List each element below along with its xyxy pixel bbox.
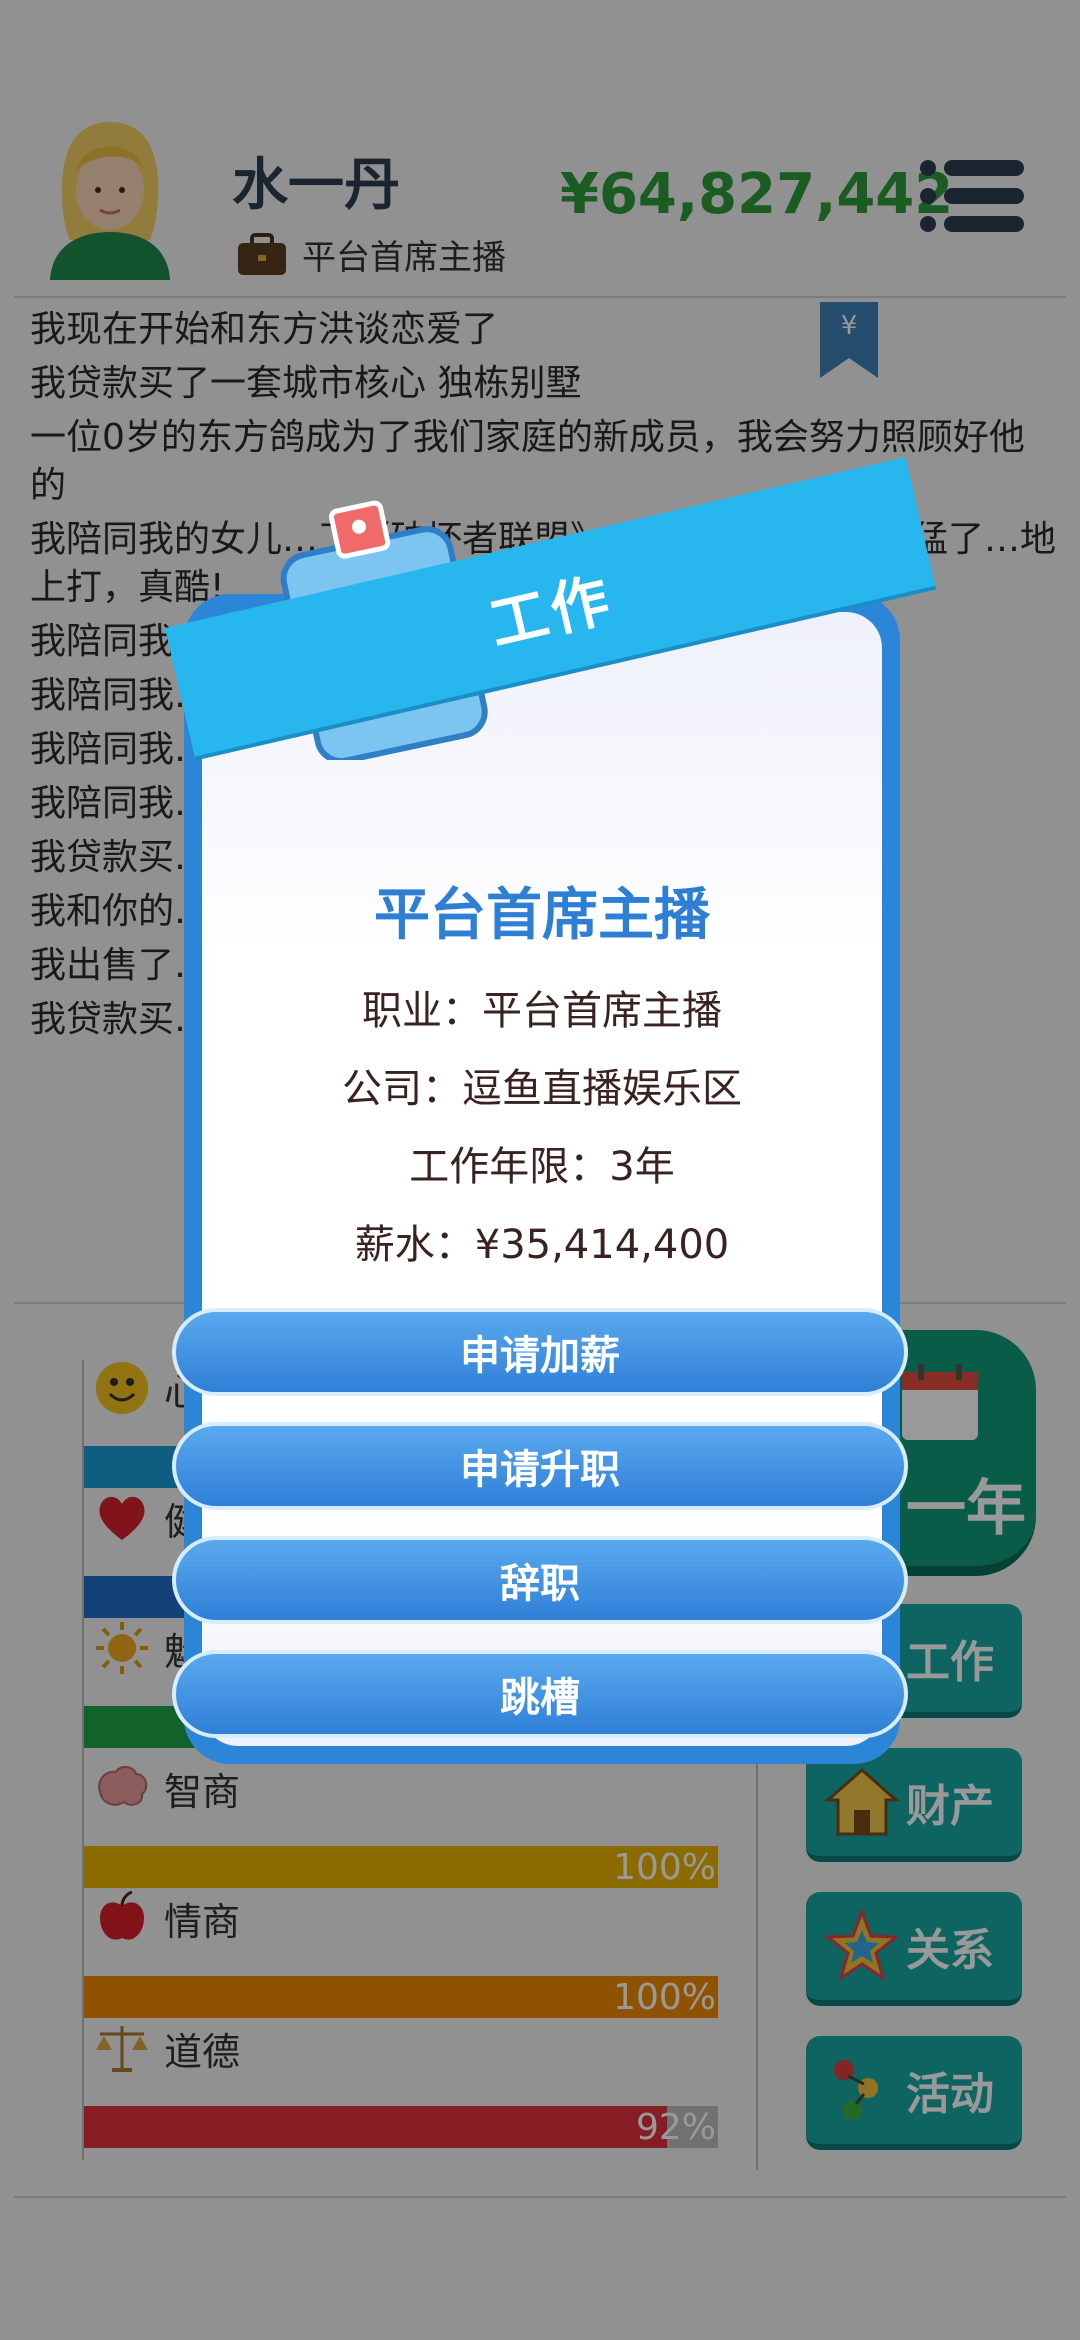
info-company: 公司：逗鱼直播娱乐区 — [342, 1066, 742, 1112]
request-raise-button[interactable]: 申请加薪 — [172, 1308, 908, 1396]
info-occupation: 职业：平台首席主播 — [362, 988, 722, 1034]
request-promotion-button[interactable]: 申请升职 — [172, 1422, 908, 1510]
modal-job-title: 平台首席主播 — [374, 883, 710, 948]
resign-button[interactable]: 辞职 — [172, 1536, 908, 1624]
info-years: 工作年限：3年 — [409, 1144, 675, 1190]
info-salary: 薪水：¥35,414,400 — [354, 1222, 730, 1268]
change-job-button[interactable]: 跳槽 — [172, 1650, 908, 1738]
